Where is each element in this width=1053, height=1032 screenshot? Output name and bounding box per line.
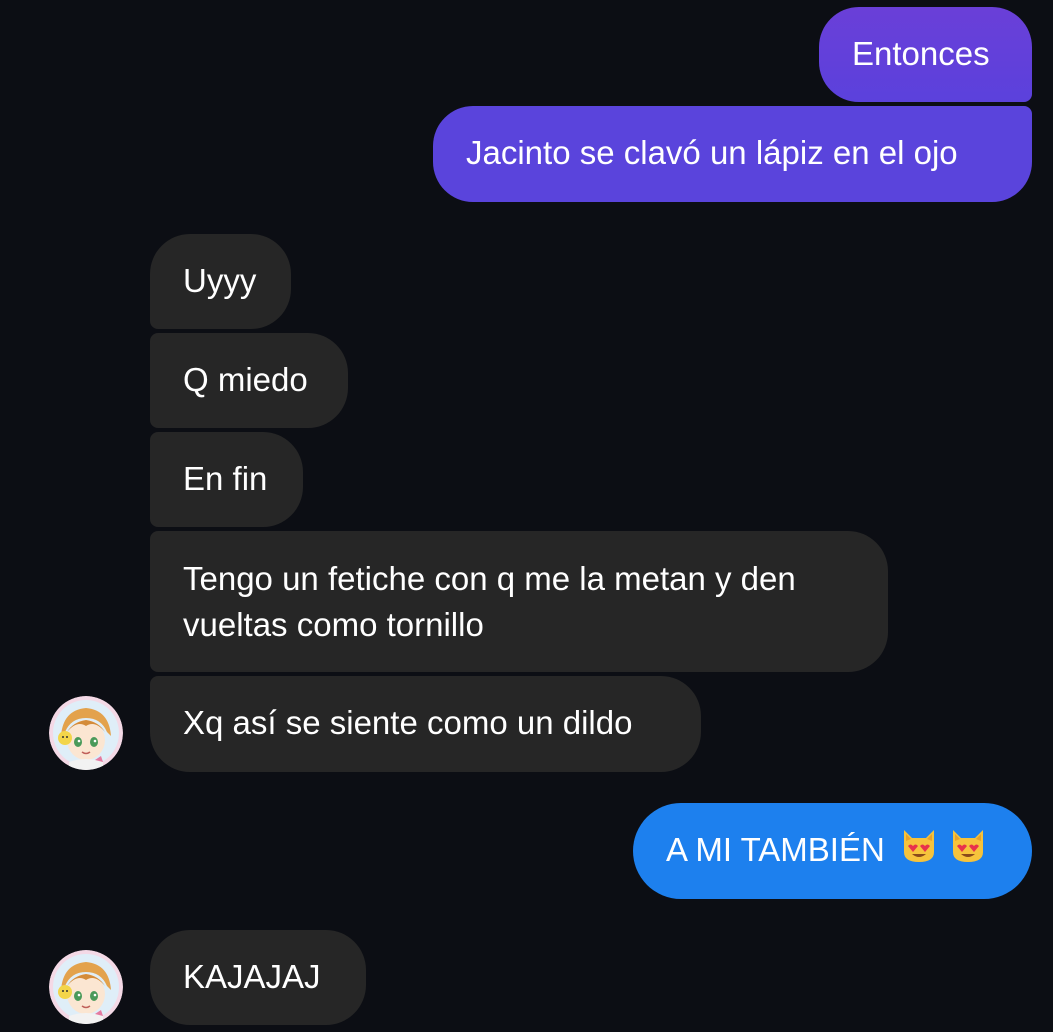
message-text: Tengo un fetiche con q me la metan y den… <box>183 560 796 643</box>
message-bubble-sent[interactable]: Entonces <box>819 7 1032 102</box>
smiling-cat-heart-eyes-icon <box>900 828 938 876</box>
message-bubble-received[interactable]: Tengo un fetiche con q me la metan y den… <box>150 531 888 672</box>
message-text: Jacinto se clavó un lápiz en el ojo <box>466 134 958 171</box>
message-bubble-sent[interactable]: Jacinto se clavó un lápiz en el ojo <box>433 106 1032 202</box>
message-bubble-received[interactable]: Q miedo <box>150 333 348 428</box>
message-bubble-received[interactable]: Uyyy <box>150 234 291 329</box>
avatar-image <box>49 950 123 1024</box>
message-text: A MI TAMBIÉN <box>666 831 885 868</box>
smiling-cat-heart-eyes-icon <box>949 828 987 876</box>
message-text: En fin <box>183 460 268 497</box>
message-bubble-received[interactable]: KAJAJAJ <box>150 930 366 1025</box>
message-text: Xq así se siente como un dildo <box>183 704 633 741</box>
contact-avatar[interactable] <box>49 696 123 770</box>
message-text: KAJAJAJ <box>183 958 321 995</box>
message-bubble-sent[interactable]: A MI TAMBIÉN <box>633 803 1032 899</box>
message-text: Uyyy <box>183 262 257 299</box>
avatar-image <box>49 696 123 770</box>
contact-avatar[interactable] <box>49 950 123 1024</box>
message-text: Entonces <box>852 35 990 72</box>
message-text: Q miedo <box>183 361 308 398</box>
message-bubble-received[interactable]: Xq así se siente como un dildo <box>150 676 701 772</box>
message-bubble-received[interactable]: En fin <box>150 432 303 527</box>
